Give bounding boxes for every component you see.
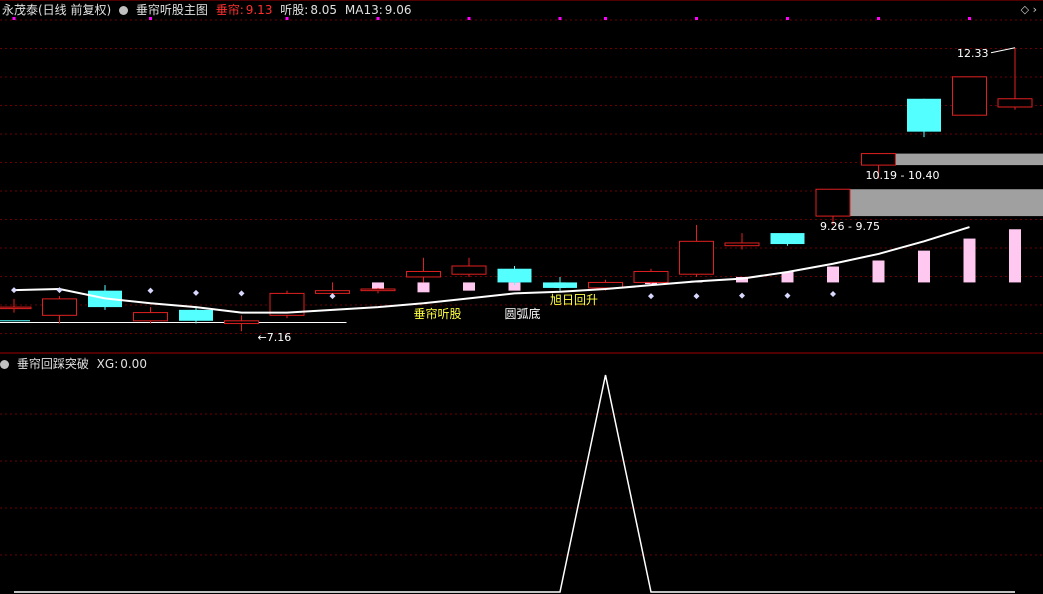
signal-label: 旭日回升 bbox=[550, 293, 598, 307]
indicator-name[interactable]: 垂帘听股主图 bbox=[136, 3, 208, 17]
zone-label: 9.26 - 9.75 bbox=[820, 220, 880, 233]
candle-body bbox=[42, 298, 77, 316]
diamond-icon[interactable]: ◇ bbox=[1021, 3, 1029, 16]
candle-body bbox=[907, 98, 941, 132]
sub-grid bbox=[0, 413, 1043, 556]
gear-icon[interactable] bbox=[0, 360, 9, 369]
field-ma-label: MA13: bbox=[344, 3, 383, 17]
top-marker bbox=[877, 17, 880, 20]
candle-body bbox=[633, 270, 669, 283]
field-tg-value: 8.05 bbox=[310, 3, 338, 17]
candle-body bbox=[861, 153, 896, 166]
zone-label: 10.19 - 10.40 bbox=[866, 169, 940, 182]
gear-icon[interactable] bbox=[119, 6, 129, 15]
signal-dot bbox=[193, 289, 199, 296]
high-price-label: 12.33 bbox=[957, 47, 989, 60]
panel-controls: ◇ › bbox=[1021, 3, 1037, 16]
candle-body bbox=[360, 288, 396, 292]
xg-line-group bbox=[14, 374, 1015, 593]
top-marker bbox=[968, 17, 971, 20]
support-lines bbox=[0, 320, 347, 323]
sub-panel-header: 垂帘回踩突破 XG: 0.00 bbox=[0, 356, 151, 372]
candle-body bbox=[451, 265, 487, 275]
xg-label: XG: bbox=[96, 357, 119, 371]
field-cl-value: 9.13 bbox=[245, 3, 273, 17]
field-tg-label: 听股: bbox=[280, 3, 309, 17]
signal-dot bbox=[648, 293, 654, 300]
signal-dot bbox=[56, 287, 63, 294]
xg-line bbox=[14, 374, 1015, 593]
indicator-bar bbox=[918, 250, 930, 283]
top-marker bbox=[786, 17, 789, 20]
candle-body bbox=[952, 76, 987, 116]
xg-value: 0.00 bbox=[120, 357, 147, 371]
candle-body bbox=[179, 309, 213, 321]
indicator-bar bbox=[872, 260, 885, 283]
signal-dot bbox=[739, 292, 745, 299]
field-cl-label: 垂帘: bbox=[215, 3, 244, 17]
indicator-bar bbox=[1009, 229, 1021, 283]
high-arrow bbox=[990, 47, 1016, 54]
signal-dot bbox=[693, 293, 700, 300]
top-marker bbox=[604, 17, 607, 20]
candle-body bbox=[679, 240, 714, 275]
signal-dot bbox=[147, 287, 154, 294]
candle-body bbox=[497, 268, 532, 283]
candle-body bbox=[543, 282, 577, 288]
signal-dot bbox=[784, 292, 791, 299]
candle-body bbox=[770, 233, 805, 245]
low-price-label: ←7.16 bbox=[258, 331, 292, 344]
signal-dot bbox=[11, 287, 17, 294]
field-ma-value: 9.06 bbox=[384, 3, 412, 17]
sub-indicator-name[interactable]: 垂帘回踩突破 bbox=[17, 357, 89, 371]
indicator-bar bbox=[963, 238, 976, 283]
candle-body bbox=[315, 290, 350, 294]
top-marker bbox=[467, 17, 471, 20]
candle-body bbox=[0, 306, 32, 310]
candle-body bbox=[133, 312, 168, 322]
candle-body bbox=[406, 270, 441, 278]
top-marker bbox=[558, 17, 562, 20]
stock-title[interactable]: 永茂泰(日线 前复权) bbox=[2, 3, 111, 17]
signal-label: 垂帘听股 bbox=[414, 306, 462, 321]
indicator-bar bbox=[463, 282, 475, 291]
signal-dot bbox=[238, 290, 245, 297]
signal-dot bbox=[830, 290, 836, 297]
chart-canvas[interactable]: 9.26 - 9.75 10.19 - 10.40 12.33 ←7.16 垂帘听股 圆弧… bbox=[0, 0, 1043, 594]
candle-body bbox=[724, 242, 760, 247]
indicator-bar bbox=[417, 282, 430, 293]
ma13-line-group bbox=[13, 226, 970, 314]
candle-body bbox=[815, 188, 851, 217]
main-panel-header: 永茂泰(日线 前复权) 垂帘听股主图 垂帘: 9.13 听股: 8.05 MA13:… bbox=[2, 2, 415, 18]
candle-body bbox=[997, 98, 1033, 108]
signal-dot bbox=[329, 293, 336, 300]
signal-label: 圆弧底 bbox=[505, 306, 541, 321]
ma13-line bbox=[13, 226, 970, 314]
candle-body bbox=[224, 320, 259, 325]
chevron-right-icon[interactable]: › bbox=[1033, 3, 1037, 16]
top-marker bbox=[695, 17, 698, 20]
indicator-bar bbox=[827, 266, 839, 283]
